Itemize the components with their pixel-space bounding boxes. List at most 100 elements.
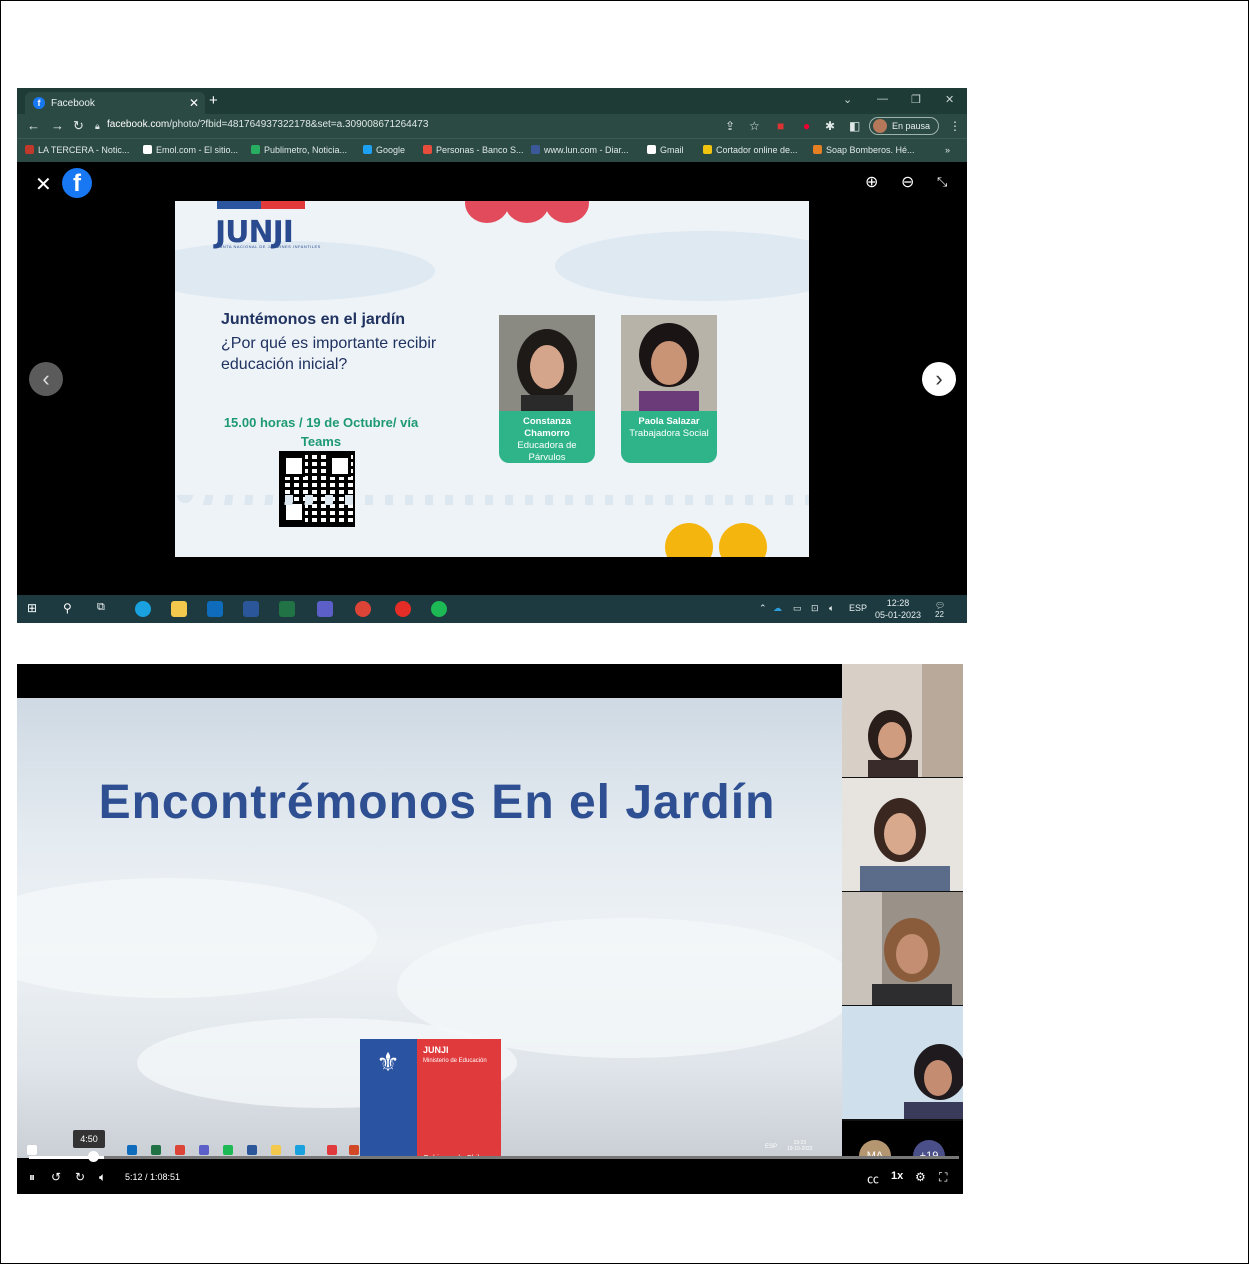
bookmark-label: LA TERCERA - Notic... xyxy=(38,145,130,155)
speaker-label: Paola Salazar Trabajadora Social xyxy=(621,411,717,463)
chrome-icon[interactable] xyxy=(355,601,371,617)
star-icon[interactable]: ☆ xyxy=(749,119,760,133)
excel-icon[interactable] xyxy=(279,601,295,617)
recorded-date: 19-10-2022 xyxy=(787,1146,813,1152)
participant-video xyxy=(842,664,963,777)
minimize-icon[interactable]: — xyxy=(877,93,888,105)
chrome-icon xyxy=(175,1145,185,1155)
outlook-icon xyxy=(127,1145,137,1155)
excel-icon xyxy=(151,1145,161,1155)
playback-speed-button[interactable]: 1x xyxy=(891,1170,903,1182)
cloud-decoration xyxy=(17,878,377,998)
word-icon[interactable] xyxy=(243,601,259,617)
close-window-icon[interactable]: ✕ xyxy=(945,93,954,106)
reload-icon[interactable]: ↻ xyxy=(73,118,84,134)
seek-handle[interactable] xyxy=(88,1151,99,1162)
more-bookmarks-icon[interactable]: » xyxy=(945,145,950,155)
teams-icon xyxy=(199,1145,209,1155)
back-icon[interactable]: ← xyxy=(27,118,40,133)
teams-icon[interactable] xyxy=(317,601,333,617)
bookmark-favicon-icon xyxy=(647,145,656,154)
spotify-icon xyxy=(223,1145,233,1155)
bookmark-item[interactable]: Gmail xyxy=(647,145,684,155)
menu-icon[interactable]: ⋮ xyxy=(949,119,961,133)
input-language[interactable]: ESP xyxy=(849,603,867,613)
close-viewer-icon[interactable]: ✕ xyxy=(35,172,52,197)
speaker-role: Trabajadora Social xyxy=(629,428,709,439)
zoom-out-icon[interactable]: ⊖ xyxy=(901,172,914,192)
extensions-icon[interactable]: ✱ xyxy=(825,119,835,133)
speaker-role: Educadora de Párvulos xyxy=(517,440,577,463)
bookmark-favicon-icon xyxy=(363,145,372,154)
facebook-logo-icon[interactable]: f xyxy=(62,168,92,198)
search-icon[interactable]: ⚲ xyxy=(63,601,79,617)
zoom-in-icon[interactable]: ⊕ xyxy=(865,172,878,192)
system-clock[interactable]: 12:28 05-01-2023 xyxy=(875,597,921,621)
show-hidden-icons-icon[interactable]: ⌃ xyxy=(759,603,767,614)
edge-icon[interactable] xyxy=(135,601,151,617)
network-icon[interactable]: ⊡ xyxy=(811,603,819,614)
youtube-music-icon[interactable] xyxy=(395,601,411,617)
tab-search-icon[interactable]: ⌄ xyxy=(843,93,852,106)
bookmark-label: Google xyxy=(376,145,406,155)
bookmark-item[interactable]: Google xyxy=(363,145,405,155)
notification-center-icon[interactable]: 💬︎22 xyxy=(935,601,953,619)
url-field[interactable]: facebook.com/photo/?fbid=481764937322178… xyxy=(107,119,428,130)
bookmark-item[interactable]: Soap Bomberos. Hé... xyxy=(813,145,915,155)
forward-icon[interactable]: → xyxy=(51,118,64,133)
bookmark-item[interactable]: Personas - Banco S... xyxy=(423,145,524,155)
tab-facebook[interactable]: f Facebook ✕ xyxy=(25,92,205,114)
flag-extension-icon[interactable]: ■ xyxy=(777,119,784,133)
file-explorer-icon[interactable] xyxy=(171,601,187,617)
bookmark-favicon-icon xyxy=(143,145,152,154)
clock-time: 12:28 xyxy=(886,598,910,608)
edge-icon xyxy=(295,1145,305,1155)
exit-fullscreen-icon[interactable]: ⤡ xyxy=(937,174,947,190)
bookmark-item[interactable]: Emol.com - El sitio... xyxy=(143,145,238,155)
bookmarks-bar: LA TERCERA - Notic... Emol.com - El siti… xyxy=(17,138,967,163)
poster-question: ¿Por qué es importante recibir educación… xyxy=(221,335,437,373)
sidepanel-icon[interactable]: ◧ xyxy=(849,119,860,133)
forward-10-icon[interactable]: ↻ xyxy=(75,1170,85,1184)
bookmark-favicon-icon xyxy=(423,145,432,154)
yellow-circle-decoration xyxy=(719,523,767,557)
berries-decoration xyxy=(465,201,605,223)
yellow-circle-decoration xyxy=(665,523,713,557)
bookmark-label: Personas - Banco S... xyxy=(436,145,524,155)
speaker-name: Constanza Chamorro xyxy=(522,416,572,439)
onedrive-icon[interactable]: ☁ xyxy=(773,603,782,614)
pause-icon[interactable]: ⏸︎ xyxy=(29,1170,35,1185)
bookmark-item[interactable]: Publimetro, Noticia... xyxy=(251,145,347,155)
bookmark-item[interactable]: LA TERCERA - Notic... xyxy=(25,145,129,155)
file-explorer-icon xyxy=(271,1145,281,1155)
bookmark-label: Emol.com - El sitio... xyxy=(156,145,239,155)
captions-icon[interactable]: ㏄ xyxy=(867,1170,879,1187)
rewind-10-icon[interactable]: ↺ xyxy=(51,1170,61,1184)
next-photo-button[interactable]: › xyxy=(922,362,956,396)
profile-status: En pausa xyxy=(892,121,931,131)
outlook-icon[interactable] xyxy=(207,601,223,617)
windows-start-icon[interactable]: ⊞ xyxy=(27,601,43,617)
bookmark-favicon-icon xyxy=(25,145,34,154)
seek-tooltip: 4:50 xyxy=(73,1130,105,1148)
previous-photo-button[interactable]: ‹ xyxy=(29,362,63,396)
seek-bar[interactable] xyxy=(29,1156,959,1159)
battery-icon[interactable]: ▭ xyxy=(793,603,802,614)
bookmark-item[interactable]: Cortador online de... xyxy=(703,145,798,155)
new-tab-icon[interactable]: + xyxy=(209,92,218,109)
share-icon[interactable]: ⇪ xyxy=(725,119,735,133)
task-view-icon[interactable]: ⧉ xyxy=(97,601,113,617)
close-tab-icon[interactable]: ✕ xyxy=(189,96,199,110)
spotify-icon[interactable] xyxy=(431,601,447,617)
settings-gear-icon[interactable]: ⚙ xyxy=(915,1170,926,1184)
participant-video xyxy=(842,1006,963,1119)
volume-icon[interactable]: 🔈︎ xyxy=(99,1170,106,1185)
address-bar-row: ← → ↻ 🔒︎ facebook.com/photo/?fbid=481764… xyxy=(17,114,967,138)
video-timecode: 5:12 / 1:08:51 xyxy=(125,1172,181,1182)
profile-button[interactable]: En pausa xyxy=(869,117,940,135)
bookmark-item[interactable]: www.lun.com - Diar... xyxy=(531,145,629,155)
restore-icon[interactable]: ❐ xyxy=(911,93,921,106)
volume-icon[interactable]: 🔈︎ xyxy=(829,603,834,614)
adblock-icon[interactable]: ● xyxy=(803,119,810,133)
fullscreen-icon[interactable]: ⛶ xyxy=(939,1170,947,1185)
